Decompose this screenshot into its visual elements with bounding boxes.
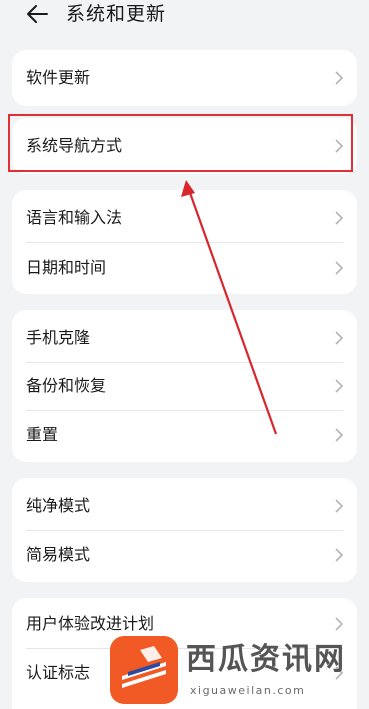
settings-card: 语言和输入法 日期和时间 xyxy=(12,190,357,294)
settings-item-user-experience[interactable]: 用户体验改进计划 xyxy=(12,600,357,648)
settings-item-label: 备份和恢复 xyxy=(26,376,107,395)
settings-item-label: 纯净模式 xyxy=(26,496,91,515)
settings-item-label: 重置 xyxy=(26,425,59,444)
settings-item-reset[interactable]: 重置 xyxy=(12,411,357,459)
watermark-url: xiguaweilan.com xyxy=(190,684,306,697)
settings-item-date-time[interactable]: 日期和时间 xyxy=(12,244,357,292)
settings-item-label: 日期和时间 xyxy=(26,258,107,277)
settings-card: 手机克隆 备份和恢复 重置 xyxy=(12,310,357,462)
chevron-right-icon xyxy=(335,379,343,393)
settings-item-pure-mode[interactable]: 纯净模式 xyxy=(12,482,357,530)
settings-item-simple-mode[interactable]: 简易模式 xyxy=(12,531,357,579)
settings-item-label: 认证标志 xyxy=(26,663,91,682)
chevron-right-icon xyxy=(335,331,343,345)
settings-item-label: 语言和输入法 xyxy=(26,208,123,227)
watermark-text: 西瓜资讯网 xyxy=(186,642,346,677)
app-header: 系统和更新 xyxy=(0,0,369,36)
arrow-left-icon[interactable] xyxy=(26,4,48,24)
settings-item-phone-clone[interactable]: 手机克隆 xyxy=(12,314,357,362)
chevron-right-icon xyxy=(335,71,343,85)
settings-item-label: 用户体验改进计划 xyxy=(26,614,155,633)
settings-card: 软件更新 xyxy=(12,50,357,106)
settings-item-label: 手机克隆 xyxy=(26,328,91,347)
watermark-logo xyxy=(110,636,178,704)
chevron-right-icon xyxy=(335,428,343,442)
settings-item-software-update[interactable]: 软件更新 xyxy=(12,54,357,102)
settings-item-label: 软件更新 xyxy=(26,68,91,87)
chevron-right-icon xyxy=(335,548,343,562)
settings-item-label: 简易模式 xyxy=(26,545,91,564)
chevron-right-icon xyxy=(335,499,343,513)
settings-card: 纯净模式 简易模式 xyxy=(12,478,357,582)
chevron-right-icon xyxy=(335,211,343,225)
settings-item-backup-restore[interactable]: 备份和恢复 xyxy=(12,362,357,410)
highlight-box xyxy=(8,114,353,172)
divider xyxy=(26,242,343,243)
chevron-right-icon xyxy=(335,261,343,275)
page-title: 系统和更新 xyxy=(66,3,167,25)
settings-item-language-input[interactable]: 语言和输入法 xyxy=(12,194,357,242)
chevron-right-icon xyxy=(335,617,343,631)
